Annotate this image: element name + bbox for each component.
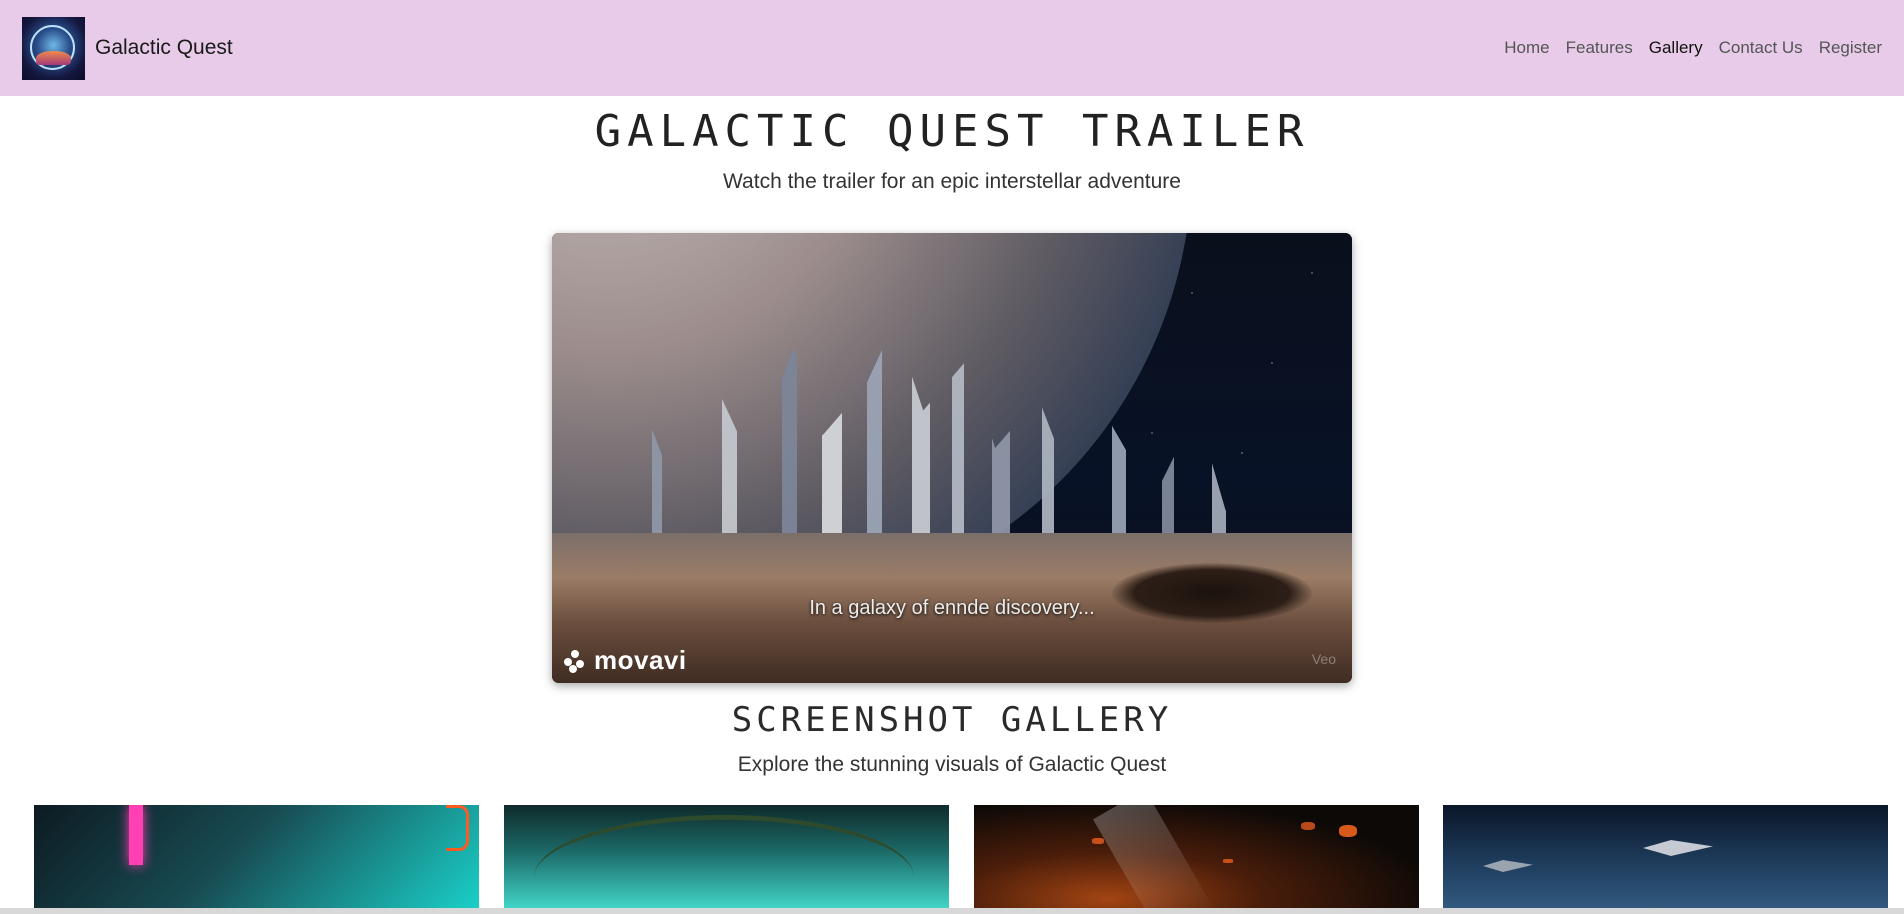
nav-contact-us[interactable]: Contact Us bbox=[1719, 38, 1803, 58]
veo-mark: Veo bbox=[1311, 651, 1336, 667]
galactic-quest-logo-icon[interactable] bbox=[22, 16, 85, 80]
navbar: Galactic Quest Home Features Gallery Con… bbox=[0, 0, 1904, 96]
nav-features[interactable]: Features bbox=[1566, 38, 1633, 58]
brand-name[interactable]: Galactic Quest bbox=[95, 36, 233, 60]
gallery-thumbnail[interactable] bbox=[1443, 805, 1888, 909]
gallery-title: SCREENSHOT GALLERY bbox=[731, 700, 1173, 740]
watermark-text: movavi bbox=[594, 645, 687, 675]
page-subtitle: Watch the trailer for an epic interstell… bbox=[723, 170, 1181, 193]
horizontal-scrollbar[interactable] bbox=[0, 908, 1904, 914]
page-title: GALACTIC QUEST TRAILER bbox=[594, 106, 1310, 157]
nav-gallery[interactable]: Gallery bbox=[1649, 38, 1703, 58]
main-nav: Home Features Gallery Contact Us Registe… bbox=[1504, 38, 1882, 58]
trailer-video[interactable]: In a galaxy of ennde discovery... movavi… bbox=[552, 233, 1352, 683]
gallery-thumbnail[interactable] bbox=[34, 805, 479, 909]
movavi-watermark: movavi bbox=[564, 645, 687, 676]
gallery-subtitle: Explore the stunning visuals of Galactic… bbox=[737, 753, 1167, 776]
gallery-thumbnail[interactable] bbox=[974, 805, 1419, 909]
nav-home[interactable]: Home bbox=[1504, 38, 1549, 58]
movavi-logo-icon bbox=[564, 649, 586, 673]
gallery-thumbnail[interactable] bbox=[504, 805, 949, 909]
video-caption: In a galaxy of ennde discovery... bbox=[809, 597, 1095, 619]
brand[interactable]: Galactic Quest bbox=[22, 16, 233, 80]
nav-register[interactable]: Register bbox=[1819, 38, 1882, 58]
